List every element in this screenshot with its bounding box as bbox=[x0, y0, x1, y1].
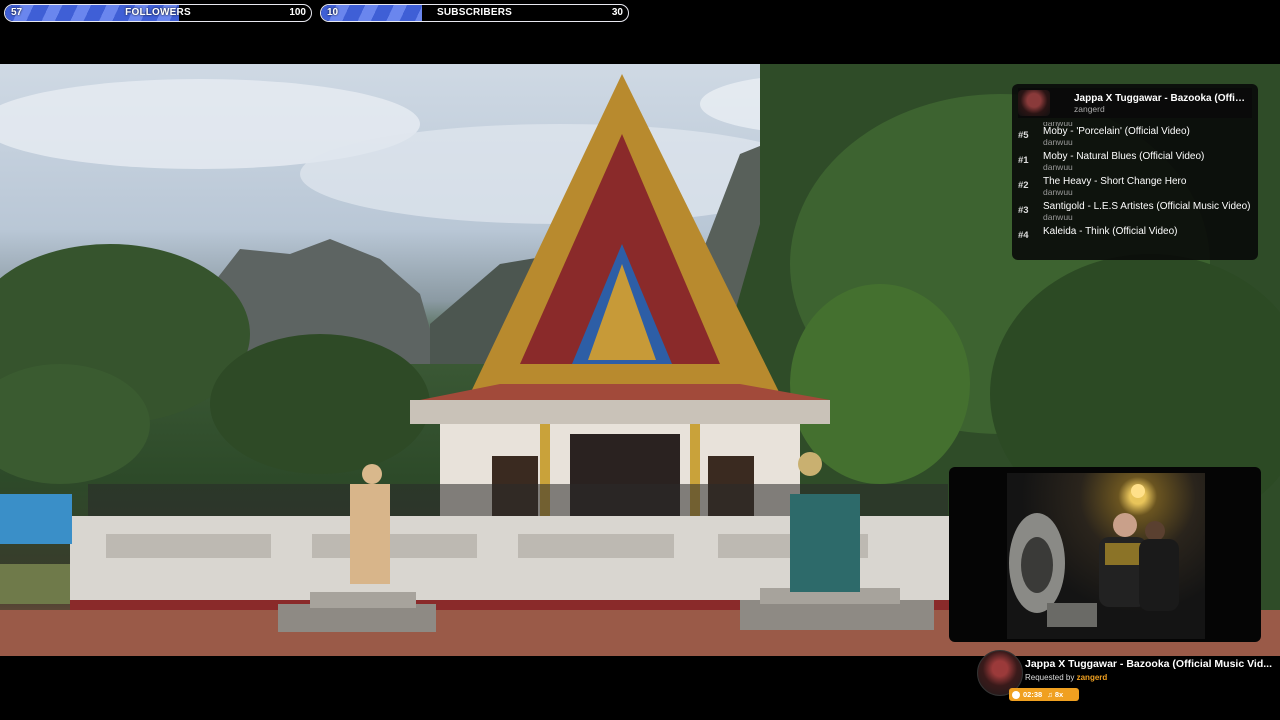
music-note-icon: ♫ bbox=[1047, 690, 1053, 699]
queue-item-requester: danwuu bbox=[1043, 212, 1073, 222]
subscribers-target: 30 bbox=[611, 7, 623, 18]
requested-by-label: Requested by bbox=[1025, 673, 1075, 682]
queue-now-playing: Jappa X Tuggawar - Bazooka (Offici... za… bbox=[1018, 88, 1252, 118]
queue-item-position: #1 bbox=[1018, 155, 1029, 166]
queue-item: #4 Kaleida - Think (Official Video) bbox=[1018, 224, 1254, 249]
queue-item-title: Kaleida - Think (Official Video) bbox=[1043, 226, 1178, 237]
queue-list: danwuu #5 Moby - 'Porcelain' (Official V… bbox=[1018, 122, 1254, 256]
queue-item-position: #3 bbox=[1018, 205, 1029, 216]
queue-item-title: Moby - 'Porcelain' (Official Video) bbox=[1043, 126, 1190, 137]
now-playing-widget: Jappa X Tuggawar - Bazooka (Official Mus… bbox=[976, 648, 1276, 708]
queue-item-title: The Heavy - Short Change Hero bbox=[1043, 176, 1187, 187]
queue-item-position: #4 bbox=[1018, 230, 1029, 241]
subscribers-label: SUBSCRIBERS bbox=[437, 7, 512, 18]
queue-item-requester: danwuu bbox=[1043, 137, 1073, 147]
subscribers-goal-bar: 10 SUBSCRIBERS 30 bbox=[320, 4, 629, 22]
now-playing-stats-badge: 02:38 ♫ 8x bbox=[1009, 688, 1079, 701]
now-playing-requester: zangerd bbox=[1076, 673, 1108, 682]
song-queue-panel: Jappa X Tuggawar - Bazooka (Offici... za… bbox=[1012, 84, 1258, 260]
queue-item: #2 The Heavy - Short Change Hero danwuu bbox=[1018, 174, 1254, 199]
queue-item: #1 Moby - Natural Blues (Official Video)… bbox=[1018, 149, 1254, 174]
queue-item-title: Moby - Natural Blues (Official Video) bbox=[1043, 151, 1205, 162]
queue-item-title: Santigold - L.E.S Artistes (Official Mus… bbox=[1043, 201, 1251, 212]
webcam-feed bbox=[1007, 473, 1205, 639]
now-playing-time: 02:38 bbox=[1023, 690, 1043, 699]
queue-item-position: #2 bbox=[1018, 180, 1029, 191]
webcam-frame bbox=[949, 467, 1261, 642]
followers-goal-bar: 57 FOLLOWERS 100 bbox=[4, 4, 312, 22]
clock-icon bbox=[1012, 690, 1020, 699]
queue-item-position: #5 bbox=[1018, 130, 1029, 141]
followers-label: FOLLOWERS bbox=[125, 7, 191, 18]
webcam-people-illustration bbox=[1009, 484, 1179, 627]
queue-now-playing-title: Jappa X Tuggawar - Bazooka (Offici... bbox=[1074, 92, 1246, 104]
now-playing-title: Jappa X Tuggawar - Bazooka (Official Mus… bbox=[1025, 658, 1272, 670]
queue-now-playing-thumbnail bbox=[1018, 90, 1050, 116]
now-playing-count: 8x bbox=[1054, 690, 1064, 699]
queue-item: #3 Santigold - L.E.S Artistes (Official … bbox=[1018, 199, 1254, 224]
queue-item: #5 Moby - 'Porcelain' (Official Video) d… bbox=[1018, 124, 1254, 149]
followers-target: 100 bbox=[289, 7, 306, 18]
queue-item-requester: danwuu bbox=[1043, 162, 1073, 172]
now-playing-requested-by: Requested by zangerd bbox=[1025, 673, 1107, 682]
queue-now-playing-requester: zangerd bbox=[1074, 103, 1105, 114]
queue-item-requester: danwuu bbox=[1043, 187, 1073, 197]
